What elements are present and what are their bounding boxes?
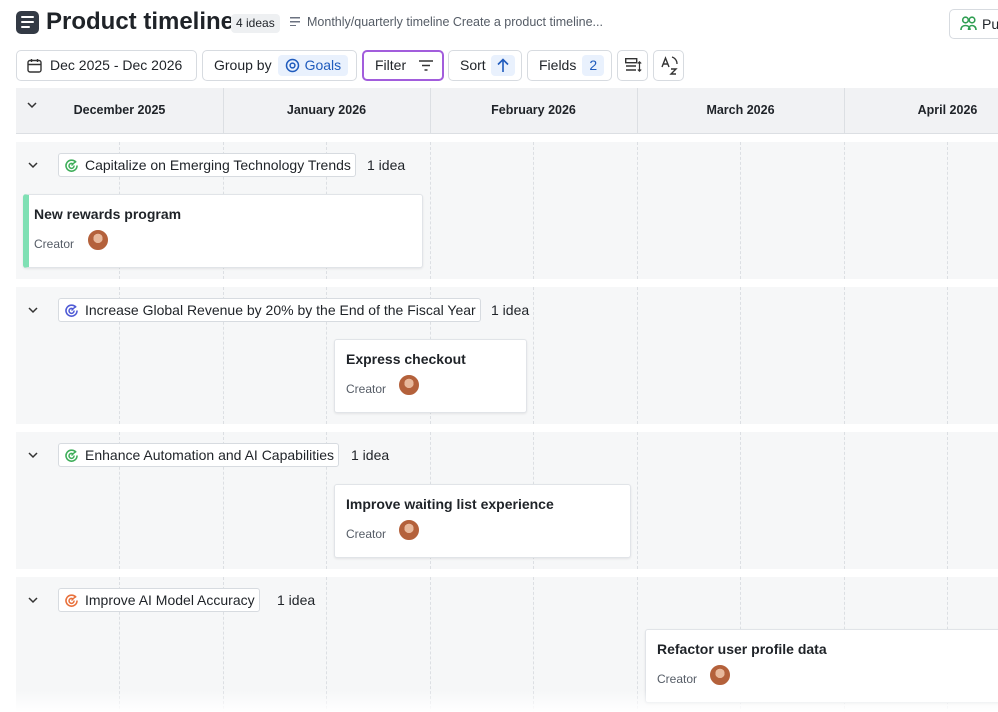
idea-title: Refactor user profile data: [657, 641, 827, 657]
row-height-icon: [625, 58, 642, 73]
idea-count-badge: 4 ideas: [231, 14, 280, 33]
filter-button[interactable]: Filter: [362, 50, 444, 81]
filter-label: Filter: [375, 57, 407, 73]
goal-name: Enhance Automation and AI Capabilities: [85, 447, 335, 463]
creator-label: Creator: [346, 527, 387, 541]
goal-name: Increase Global Revenue by 20% by the En…: [85, 302, 476, 318]
calendar-icon: [27, 59, 42, 73]
idea-card[interactable]: Improve waiting list experience Creator: [334, 484, 631, 558]
goal-tag[interactable]: Improve AI Model Accuracy: [58, 588, 260, 612]
group-by-value: Goals: [304, 57, 342, 73]
page-title[interactable]: Product timeline: [46, 8, 234, 36]
date-range-button[interactable]: Dec 2025 - Dec 2026: [16, 50, 197, 81]
publish-label: Pu: [982, 16, 998, 32]
goal-name: Improve AI Model Accuracy: [85, 592, 255, 608]
goal-group: Increase Global Revenue by 20% by the En…: [16, 287, 998, 424]
group-idea-count: 1 idea: [277, 592, 316, 608]
month-label: January 2026: [286, 103, 367, 117]
month-label: April 2026: [917, 103, 978, 117]
goal-target-icon: [65, 449, 78, 462]
group-by-label: Group by: [214, 57, 272, 73]
group-idea-count: 1 idea: [367, 157, 406, 173]
creator-avatar[interactable]: [87, 229, 109, 251]
group-collapse-chevron-icon[interactable]: [27, 159, 39, 171]
goal-tag[interactable]: Enhance Automation and AI Capabilities: [58, 443, 340, 467]
goal-tag[interactable]: Increase Global Revenue by 20% by the En…: [58, 298, 481, 322]
filter-icon: [419, 60, 433, 71]
group-by-button[interactable]: Group by Goals: [202, 50, 357, 81]
fields-count: 2: [582, 55, 605, 76]
goal-target-icon: [65, 159, 78, 172]
row-height-button[interactable]: [617, 50, 648, 81]
goal-target-icon: [65, 594, 78, 607]
goal-target-icon: [65, 304, 78, 317]
goal-group: Capitalize on Emerging Technology Trends…: [16, 142, 998, 279]
group-idea-count: 1 idea: [491, 302, 530, 318]
target-icon: [285, 58, 299, 73]
sort-chip: [491, 55, 515, 76]
sort-label: Sort: [460, 57, 486, 73]
group-by-chip: Goals: [277, 55, 349, 76]
creator-avatar[interactable]: [709, 664, 731, 686]
description-icon: [290, 17, 301, 26]
publish-button[interactable]: Pu: [949, 9, 998, 39]
description-text: Monthly/quarterly timeline Create a prod…: [307, 15, 603, 29]
idea-card[interactable]: Express checkout Creator: [334, 339, 527, 413]
group-collapse-chevron-icon[interactable]: [27, 449, 39, 461]
auto-arrange-button[interactable]: [653, 50, 684, 81]
creator-avatar[interactable]: [398, 374, 420, 396]
idea-title: New rewards program: [34, 206, 182, 222]
toolbar: Dec 2025 - Dec 2026 Group by Goals Filter…: [0, 48, 998, 84]
people-icon: [960, 16, 977, 31]
document-icon: [16, 11, 39, 34]
timeline-grid: December 2025 January 2026 February 2026…: [16, 88, 998, 712]
page-description[interactable]: Monthly/quarterly timeline Create a prod…: [290, 15, 603, 29]
creator-label: Creator: [346, 382, 387, 396]
goal-group: Enhance Automation and AI Capabilities 1…: [16, 432, 998, 569]
fields-label: Fields: [539, 57, 577, 73]
sort-button[interactable]: Sort: [448, 50, 522, 81]
date-range-label: Dec 2025 - Dec 2026: [50, 57, 183, 73]
arrow-up-icon: [497, 58, 509, 72]
fields-button[interactable]: Fields 2: [527, 50, 612, 81]
goal-name: Capitalize on Emerging Technology Trends: [85, 157, 351, 173]
auto-arrange-icon: [661, 56, 678, 75]
group-collapse-chevron-icon[interactable]: [27, 594, 39, 606]
idea-title: Improve waiting list experience: [346, 496, 554, 512]
group-idea-count: 1 idea: [351, 447, 390, 463]
creator-label: Creator: [34, 237, 75, 251]
idea-title: Express checkout: [346, 351, 466, 367]
month-label: December 2025: [73, 103, 166, 117]
creator-avatar[interactable]: [398, 519, 420, 541]
months-header: December 2025 January 2026 February 2026…: [16, 88, 998, 134]
goal-tag[interactable]: Capitalize on Emerging Technology Trends: [58, 153, 356, 177]
idea-card[interactable]: New rewards program Creator: [23, 194, 423, 268]
page-header: Product timeline 4 ideas Monthly/quarter…: [0, 0, 998, 48]
month-label: March 2026: [706, 103, 775, 117]
creator-label: Creator: [657, 672, 698, 686]
month-label: February 2026: [491, 103, 576, 117]
group-collapse-chevron-icon[interactable]: [27, 304, 39, 316]
